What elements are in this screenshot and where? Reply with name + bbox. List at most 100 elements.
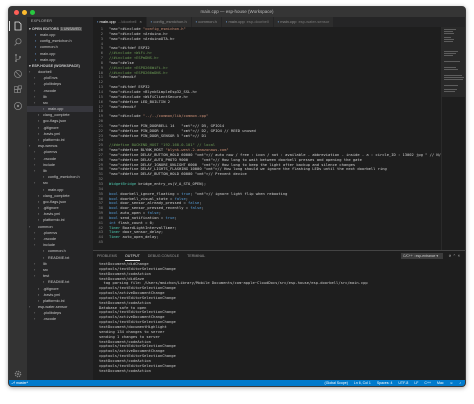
status-item[interactable]: Mac bbox=[437, 380, 444, 386]
chevron-right-icon: › bbox=[29, 224, 31, 229]
explorer-header: EXPLORER bbox=[31, 19, 53, 23]
search-icon[interactable] bbox=[13, 37, 23, 47]
status-item[interactable]: UTF-8 bbox=[398, 380, 408, 386]
tree-item-label: .gitignore bbox=[43, 286, 59, 291]
code-text: "mac">#define DELAY_BUTTON_HOLD 60000 "c… bbox=[109, 172, 247, 177]
status-item[interactable]: Ln 6, Col 1 bbox=[354, 380, 371, 386]
tree-item-label: .travis.yml bbox=[43, 292, 61, 297]
open-editor-label: main.cpp bbox=[40, 51, 56, 56]
status-item[interactable]: Spaces: 4 bbox=[377, 380, 393, 386]
code-text: "mac">#define PIN_DOOR_SENSOR 5 "cmt">//… bbox=[109, 133, 207, 138]
files-icon[interactable] bbox=[9, 21, 23, 31]
tree-item-label: .vscode bbox=[43, 88, 57, 93]
tree-item-label: platformio.ini bbox=[43, 218, 65, 223]
chevron-right-icon: › bbox=[34, 168, 36, 173]
open-editors-label: OPEN EDITORS bbox=[31, 27, 59, 31]
tree-item-label: gcc-flags.json bbox=[43, 119, 67, 124]
editor-tab[interactable]: ▪ config_esmichon.h bbox=[146, 17, 192, 27]
platformio-icon[interactable] bbox=[13, 101, 23, 111]
tree-item-label: main.cpp bbox=[48, 107, 64, 112]
editor-tab[interactable]: ▪ main.cpp esp-doorbell bbox=[221, 17, 274, 27]
chevron-right-icon: › bbox=[34, 274, 36, 279]
tree-item-label: platformio.ini bbox=[43, 138, 65, 142]
output-log[interactable]: textDocument/didChange cpptools/textEdito… bbox=[93, 261, 465, 373]
title-bar: main.cpp — esp-house (Workspace) bbox=[9, 7, 465, 17]
tab-path: esp-water-sensor bbox=[298, 19, 330, 24]
close-tab-icon[interactable]: × bbox=[139, 19, 141, 24]
tab-label: main.cpp bbox=[228, 19, 245, 24]
line-number: 45 bbox=[98, 240, 103, 245]
editor-tab[interactable]: ▪ main.cpp ...\doorbell × bbox=[93, 17, 147, 27]
tree-item-label: .gitignore bbox=[43, 206, 59, 211]
tree-item-label: src bbox=[43, 267, 49, 272]
tree-item-label: lib bbox=[43, 261, 47, 266]
window-controls bbox=[14, 9, 35, 15]
code-editor[interactable]: 1 "mac">#include "config_esmichon.h" 2 "mac… bbox=[93, 27, 465, 250]
maximize-window-button[interactable] bbox=[30, 9, 35, 15]
tree-item-label: doorbell bbox=[38, 69, 52, 74]
debug-icon[interactable] bbox=[13, 69, 23, 79]
git-branch[interactable]: ⎇ master* bbox=[11, 380, 28, 386]
minimap-preview bbox=[442, 27, 465, 97]
tree-item-label: src bbox=[43, 181, 49, 186]
open-editor-label: main.cpp bbox=[40, 33, 56, 37]
bell-icon[interactable]: ♪ bbox=[459, 380, 461, 386]
file-tree: › doorbell › .pioEnvs › .piolibdeps › .vscode › l… bbox=[27, 69, 93, 323]
open-editors-list: ▪ main.cpp ▪ config_esmichon.h ▪ common.h ▪ mai… bbox=[27, 32, 93, 63]
minimize-window-button[interactable] bbox=[22, 9, 27, 15]
tree-item-label: main.cpp bbox=[48, 187, 64, 192]
unsaved-badge: 1 UNSAVED bbox=[59, 27, 83, 31]
code-text: "mac">#include "../../common/lib/common.… bbox=[109, 114, 209, 119]
tree-item-label: esp-water-sensor bbox=[38, 305, 68, 310]
minimap[interactable] bbox=[441, 27, 465, 250]
tab-label: config_esmichon.h bbox=[153, 19, 187, 24]
tree-item-label: .piolibdeps bbox=[43, 311, 62, 316]
tree-item-label: README.txt bbox=[48, 280, 70, 285]
chevron-right-icon: › bbox=[29, 144, 31, 149]
panel-tab[interactable]: OUTPUT bbox=[124, 251, 140, 261]
close-panel-icon[interactable]: × bbox=[458, 253, 462, 258]
workspace-label: ESP-HOUSE (WORKSPACE) bbox=[31, 63, 80, 68]
tree-item-label: platformio.ini bbox=[43, 298, 65, 303]
editor-tab[interactable]: ▪ main.cpp esp-water-sensor bbox=[273, 17, 335, 27]
code-text: WidgetBridge bridge_entry_vs(V_A_STO_OPE… bbox=[109, 182, 207, 186]
tree-item-label: esp-wemos bbox=[38, 144, 58, 149]
status-items: (Global Scope) Ln 6, Col 1 Spaces: 4 UTF-8 L… bbox=[325, 380, 461, 386]
branch-icon: ⎇ bbox=[11, 381, 16, 385]
open-editor-label: common.h bbox=[40, 45, 58, 50]
output-line: textDocument/codeAction bbox=[99, 368, 151, 373]
code-text: "mac">#endif bbox=[109, 104, 137, 109]
chevron-right-icon: › bbox=[29, 305, 31, 310]
chevron-right-icon: › bbox=[34, 317, 36, 322]
output-channel-select[interactable]: C/C++ : esp-entrance ▾ bbox=[401, 253, 443, 259]
chevron-right-icon: › bbox=[29, 69, 31, 74]
extensions-icon[interactable] bbox=[13, 85, 23, 95]
close-window-button[interactable] bbox=[14, 9, 19, 15]
tree-item-label: lib bbox=[43, 94, 47, 99]
output-channel-value: C/C++ : esp-entrance bbox=[403, 254, 436, 258]
status-bar: ⎇ master* (Global Scope) Ln 6, Col 1 Space… bbox=[9, 380, 465, 386]
editor-tabs: ▪ main.cpp ...\doorbell × ▪ config_esmichon… bbox=[93, 17, 465, 27]
tree-item-label: gcc-flags.json bbox=[43, 199, 67, 204]
source-control-icon[interactable] bbox=[13, 53, 23, 63]
settings-icon[interactable] bbox=[13, 369, 23, 379]
tree-item-label: .pioenvs bbox=[43, 150, 58, 155]
tree-item-label: include bbox=[43, 243, 56, 248]
feedback-icon[interactable]: ☺ bbox=[450, 380, 454, 386]
chevron-right-icon: › bbox=[34, 243, 36, 248]
tree-item-label: .travis.yml bbox=[43, 212, 61, 217]
panel-tab[interactable]: TERMINAL bbox=[187, 251, 205, 261]
panel-tab[interactable]: PROBLEMS bbox=[97, 251, 117, 261]
vscode-window: main.cpp — esp-house (Workspace) EXPLORE… bbox=[8, 6, 466, 387]
tree-item-label: .travis.yml bbox=[43, 131, 61, 136]
tree-item-label: test bbox=[43, 274, 50, 279]
tree-folder[interactable]: › .vscode bbox=[27, 316, 93, 322]
tree-item-label: .gitignore bbox=[43, 125, 59, 130]
code-line: 45 bbox=[93, 240, 465, 245]
status-item[interactable]: LF bbox=[414, 380, 418, 386]
editor-tab[interactable]: ▪ common.h bbox=[191, 17, 222, 27]
status-item[interactable]: C++ bbox=[424, 380, 431, 386]
panel-tab[interactable]: DEBUG CONSOLE bbox=[148, 251, 179, 261]
status-item[interactable]: (Global Scope) bbox=[325, 380, 348, 386]
